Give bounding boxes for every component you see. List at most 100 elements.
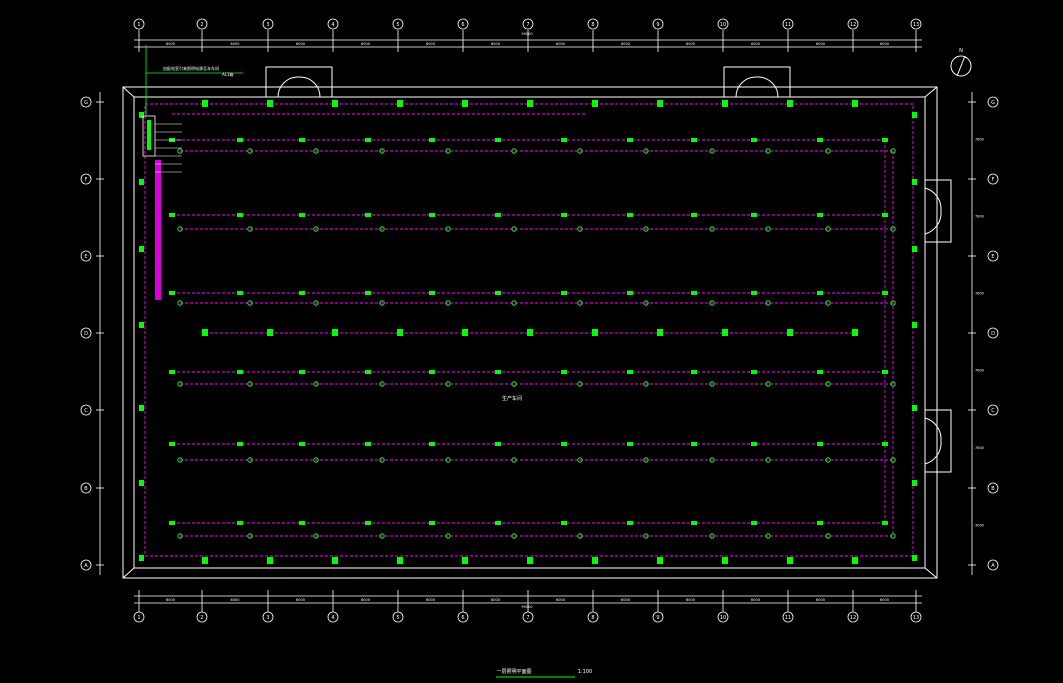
axis-left-A-label: A (84, 563, 88, 569)
wall-light-top-icon (787, 100, 793, 107)
light-fixture-icon (817, 442, 823, 446)
dim-text-bottom: 6000 (426, 598, 435, 602)
axis-bottom-5-label: 5 (396, 615, 399, 621)
emergency-light-icon (722, 329, 728, 336)
axis-bottom-12-label: 12 (850, 615, 856, 621)
axis-right-G-label: G (991, 100, 995, 106)
power-note: 由配电室引来照明电源至本车间 (163, 65, 219, 71)
wall-light-top-icon (657, 100, 663, 107)
light-fixture-icon (299, 442, 305, 446)
axis-top-8-label: 8 (591, 22, 594, 28)
dim-text-bottom: 6000 (880, 598, 889, 602)
axis-left-E-label: E (84, 254, 87, 260)
dim-text-top: 6000 (556, 42, 565, 46)
feeder-bus (155, 160, 161, 300)
dim-text-top: 6000 (426, 42, 435, 46)
light-fixture-icon (237, 521, 243, 525)
door-right-upper-swing (924, 187, 942, 235)
axis-right-A-label: A (991, 563, 995, 569)
axis-bottom-3-label: 3 (266, 615, 269, 621)
light-fixture-icon (627, 521, 633, 525)
light-fixture-icon (299, 213, 305, 217)
light-fixture-icon (237, 291, 243, 295)
wall-light-right-icon (912, 112, 917, 118)
wall-corner (924, 567, 938, 579)
axis-bottom-11-label: 11 (785, 615, 791, 621)
drawing-scale: 1:100 (578, 669, 592, 675)
light-fixture-icon (691, 442, 697, 446)
light-fixture-icon (365, 138, 371, 142)
dim-text-bottom: 6000 (816, 598, 825, 602)
emergency-light-icon (852, 329, 858, 336)
wall-light-right-icon (912, 480, 917, 486)
light-fixture-icon (365, 291, 371, 295)
cad-drawing-canvas[interactable]: 6000 6000 6000 6000 6000 6000 6000 6000 6000 6000… (0, 0, 1063, 683)
light-fixture-icon (237, 213, 243, 217)
dim-text-bottom: 6000 (751, 598, 760, 602)
wall-corner (122, 86, 135, 98)
light-fixture-icon (751, 213, 757, 217)
light-fixture-icon (365, 370, 371, 374)
light-fixture-icon (429, 138, 435, 142)
light-fixture-icon (691, 291, 697, 295)
axis-bottom-2-label: 2 (200, 615, 203, 621)
wall-light-top-icon (332, 100, 338, 107)
axis-right-E-label: E (991, 254, 994, 260)
light-fixture-icon (237, 370, 243, 374)
light-fixture-icon (237, 138, 243, 142)
wall-light-bottom-icon (462, 557, 468, 564)
light-fixture-icon (817, 138, 823, 142)
dim-text-bottom: 6000 (231, 598, 240, 602)
light-fixture-icon (882, 138, 888, 142)
light-fixture-icon (691, 138, 697, 142)
axis-top-11-label: 11 (785, 22, 791, 28)
dim-text-bottom: 6000 (556, 598, 565, 602)
wall-corner (122, 567, 135, 579)
wall-light-bottom-icon (202, 557, 208, 564)
light-fixture-icon (495, 213, 501, 217)
light-fixture-icon (237, 442, 243, 446)
dimension-lines: 6000 6000 6000 6000 6000 6000 6000 6000 6000 6000… (96, 30, 984, 612)
light-fixture-icon (751, 521, 757, 525)
light-fixture-icon (429, 291, 435, 295)
axis-bottom-4-label: 4 (331, 615, 334, 621)
total-dim-bottom: 99000 (521, 605, 532, 609)
axis-bottom-1-label: 1 (137, 615, 140, 621)
wall-light-top-icon (722, 100, 728, 107)
wall-light-right-icon (912, 179, 917, 185)
axis-left-F-label: F (85, 177, 88, 183)
axis-top-13-label: 13 (913, 22, 919, 28)
dim-text-top: 6000 (361, 42, 370, 46)
emergency-light-icon (592, 329, 598, 336)
light-fixture-icon (691, 521, 697, 525)
axis-top-12-label: 12 (850, 22, 856, 28)
axis-top-5-label: 5 (396, 22, 399, 28)
light-fixture-icon (429, 213, 435, 217)
axis-bottom-10-label: 10 (720, 615, 726, 621)
light-fixture-icon (882, 213, 888, 217)
axis-top-6-label: 6 (461, 22, 464, 28)
axis-bottom-13-label: 13 (913, 615, 919, 621)
wall-light-bottom-icon (527, 557, 533, 564)
axis-top-2-label: 2 (200, 22, 203, 28)
light-fixture-icon (169, 442, 175, 446)
light-fixtures (139, 100, 917, 564)
axis-top-3-label: 3 (266, 22, 269, 28)
axis-bottom-8-label: 8 (591, 615, 594, 621)
axis-right-F-label: F (992, 177, 995, 183)
light-fixture-icon (299, 291, 305, 295)
wall-light-left-icon (139, 405, 144, 411)
light-fixture-icon (365, 442, 371, 446)
light-fixture-icon (627, 138, 633, 142)
dim-text-top: 6000 (816, 42, 825, 46)
light-fixture-icon (495, 138, 501, 142)
light-fixture-icon (751, 291, 757, 295)
wall-corner (924, 86, 938, 98)
light-fixture-icon (365, 521, 371, 525)
emergency-light-icon (657, 329, 663, 336)
wall-light-bottom-icon (657, 557, 663, 564)
light-fixture-icon (817, 291, 823, 295)
dim-text-bottom: 6000 (621, 598, 630, 602)
distribution-panel[interactable] (142, 45, 243, 173)
axis-top-1-label: 1 (137, 22, 140, 28)
